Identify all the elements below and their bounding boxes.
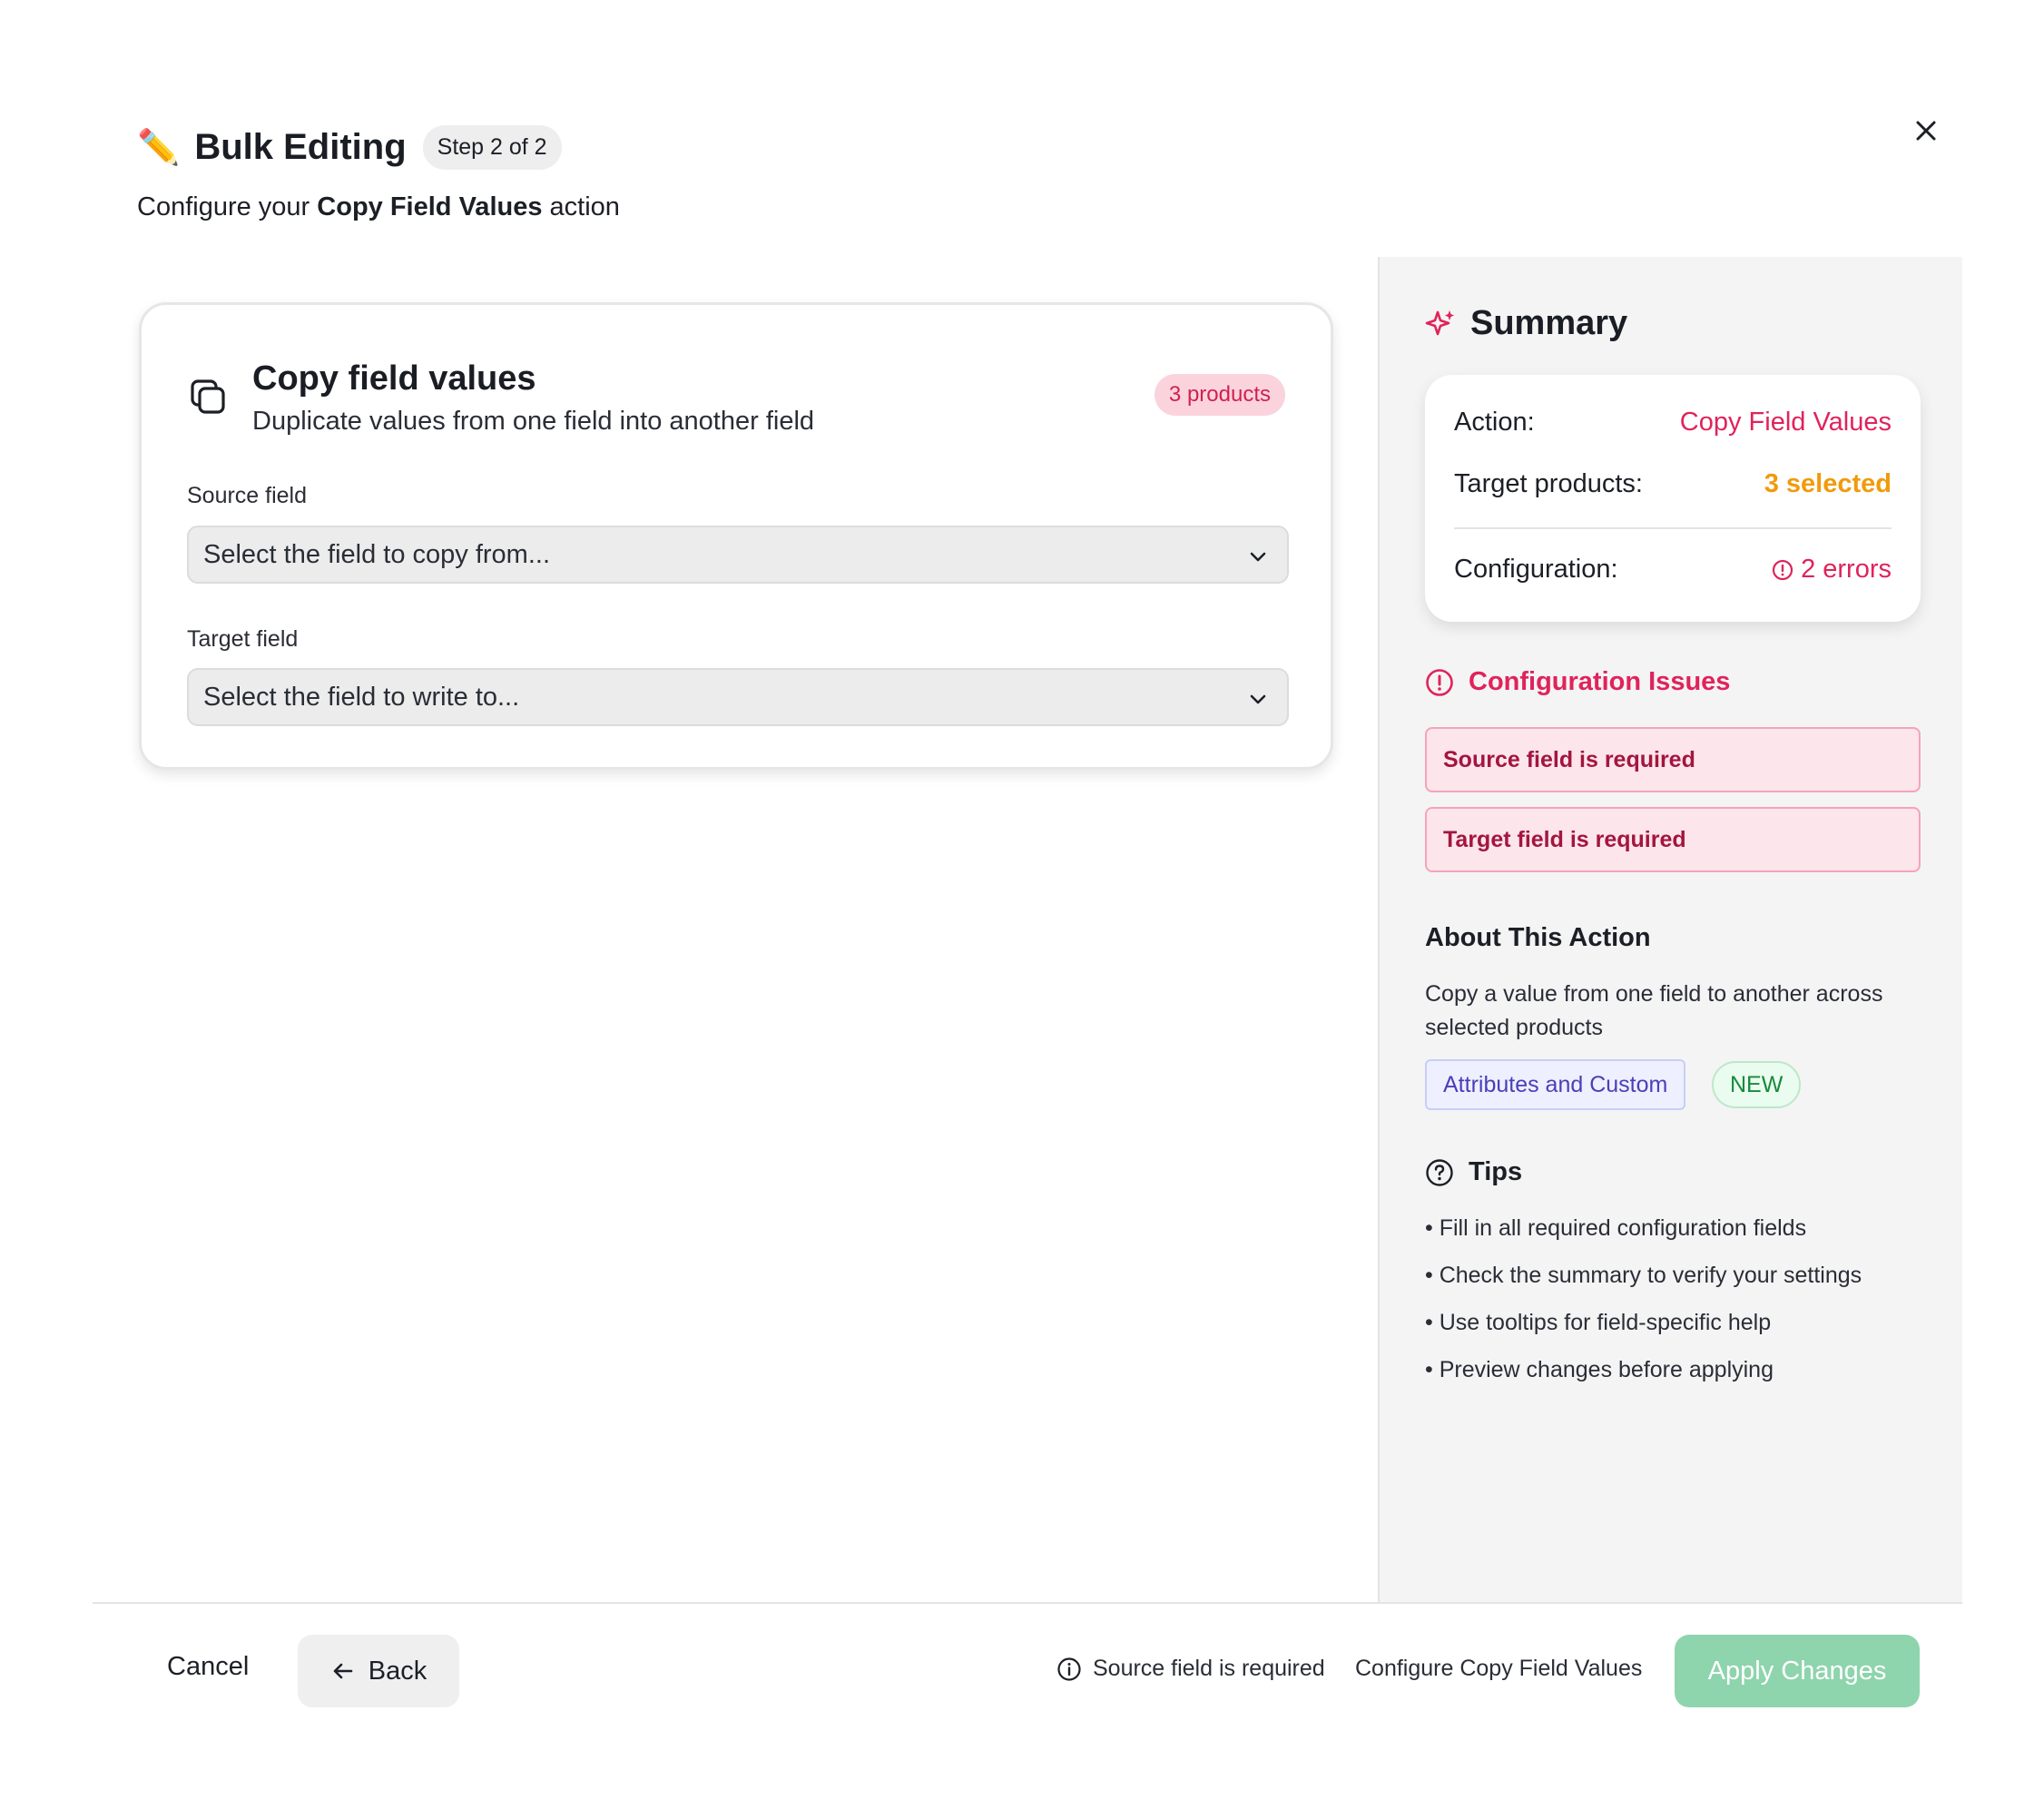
footer-status-text: Source field is required (1093, 1656, 1325, 1681)
card-description: Duplicate values from one field into ano… (252, 407, 815, 436)
source-field-select[interactable]: Select the field to copy from... (187, 526, 1289, 584)
subtitle-action: Copy Field Values (317, 192, 543, 221)
tips-list: • Fill in all required configuration fie… (1425, 1215, 1862, 1404)
help-circle-icon (1426, 1158, 1453, 1186)
card-title: Copy field values (252, 359, 536, 398)
action-value: Copy Field Values (1679, 408, 1892, 437)
subtitle-suffix: action (542, 192, 620, 221)
summary-sidebar: Summary Action: Copy Field Values Target… (1378, 257, 1962, 1604)
summary-config-row: Configuration: 2 errors (1454, 555, 1892, 585)
back-label: Back (368, 1656, 427, 1686)
close-button[interactable] (1908, 113, 1944, 149)
apply-changes-button[interactable]: Apply Changes (1675, 1635, 1920, 1707)
configuration-value: 2 errors (1772, 555, 1892, 585)
pencil-icon: ✏️ (137, 128, 181, 167)
alert-circle-icon (1426, 668, 1453, 696)
modal-header: ✏️ Bulk Editing Step 2 of 2 (137, 125, 562, 170)
issue-item: Source field is required (1425, 727, 1921, 792)
action-label: Action: (1454, 408, 1535, 437)
step-badge: Step 2 of 2 (422, 125, 562, 170)
tip-item: • Preview changes before applying (1425, 1357, 1774, 1382)
alert-circle-icon (1772, 559, 1793, 580)
about-title: About This Action (1425, 923, 1651, 952)
target-products-value: 3 selected (1764, 469, 1892, 498)
summary-target-row: Target products: 3 selected (1454, 469, 1892, 499)
footer-status: Source field is required (1056, 1656, 1325, 1682)
configuration-issues-header: Configuration Issues (1425, 667, 1730, 697)
category-tag: Attributes and Custom (1425, 1059, 1686, 1110)
arrow-left-icon (333, 1663, 353, 1679)
summary-header: Summary (1425, 304, 1627, 343)
tip-item: • Use tooltips for field-specific help (1425, 1310, 1772, 1335)
target-field-label: Target field (187, 626, 299, 652)
summary-card: Action: Copy Field Values Target product… (1425, 375, 1921, 622)
chevron-down-icon (1250, 552, 1266, 562)
target-field-select[interactable]: Select the field to write to... (187, 668, 1289, 726)
chevron-down-icon (1250, 694, 1266, 704)
tip-item: • Fill in all required configuration fie… (1425, 1215, 1807, 1241)
tips-title: Tips (1469, 1157, 1523, 1186)
copy-field-card: Copy field values Duplicate values from … (139, 302, 1333, 770)
target-products-label: Target products: (1454, 469, 1643, 498)
modal-title: Bulk Editing (194, 127, 407, 167)
configuration-errors: 2 errors (1801, 555, 1892, 584)
modal-subtitle: Configure your Copy Field Values action (137, 192, 620, 222)
tips-header: Tips (1425, 1157, 1522, 1187)
issue-item: Target field is required (1425, 807, 1921, 872)
subtitle-prefix: Configure your (137, 192, 318, 221)
summary-action-row: Action: Copy Field Values (1454, 408, 1892, 438)
back-button[interactable]: Back (298, 1635, 459, 1707)
target-field-placeholder: Select the field to write to... (203, 682, 520, 712)
tip-item: • Check the summary to verify your setti… (1425, 1263, 1862, 1288)
footer-config-text: Configure Copy Field Values (1355, 1656, 1643, 1681)
footer-divider (93, 1602, 1962, 1604)
summary-title: Summary (1470, 304, 1628, 342)
sparkles-icon (1425, 310, 1454, 335)
configuration-label: Configuration: (1454, 555, 1618, 584)
configuration-issues-title: Configuration Issues (1469, 667, 1731, 696)
info-icon (1057, 1657, 1081, 1681)
about-text: Copy a value from one field to another a… (1425, 981, 1883, 1040)
products-badge: 3 products (1154, 374, 1285, 416)
new-badge: NEW (1712, 1061, 1802, 1108)
source-field-label: Source field (187, 483, 308, 508)
cancel-button[interactable]: Cancel (167, 1652, 249, 1682)
close-icon (1916, 121, 1936, 141)
copy-icon (191, 379, 225, 414)
summary-divider (1454, 527, 1892, 529)
source-field-placeholder: Select the field to copy from... (203, 539, 551, 569)
